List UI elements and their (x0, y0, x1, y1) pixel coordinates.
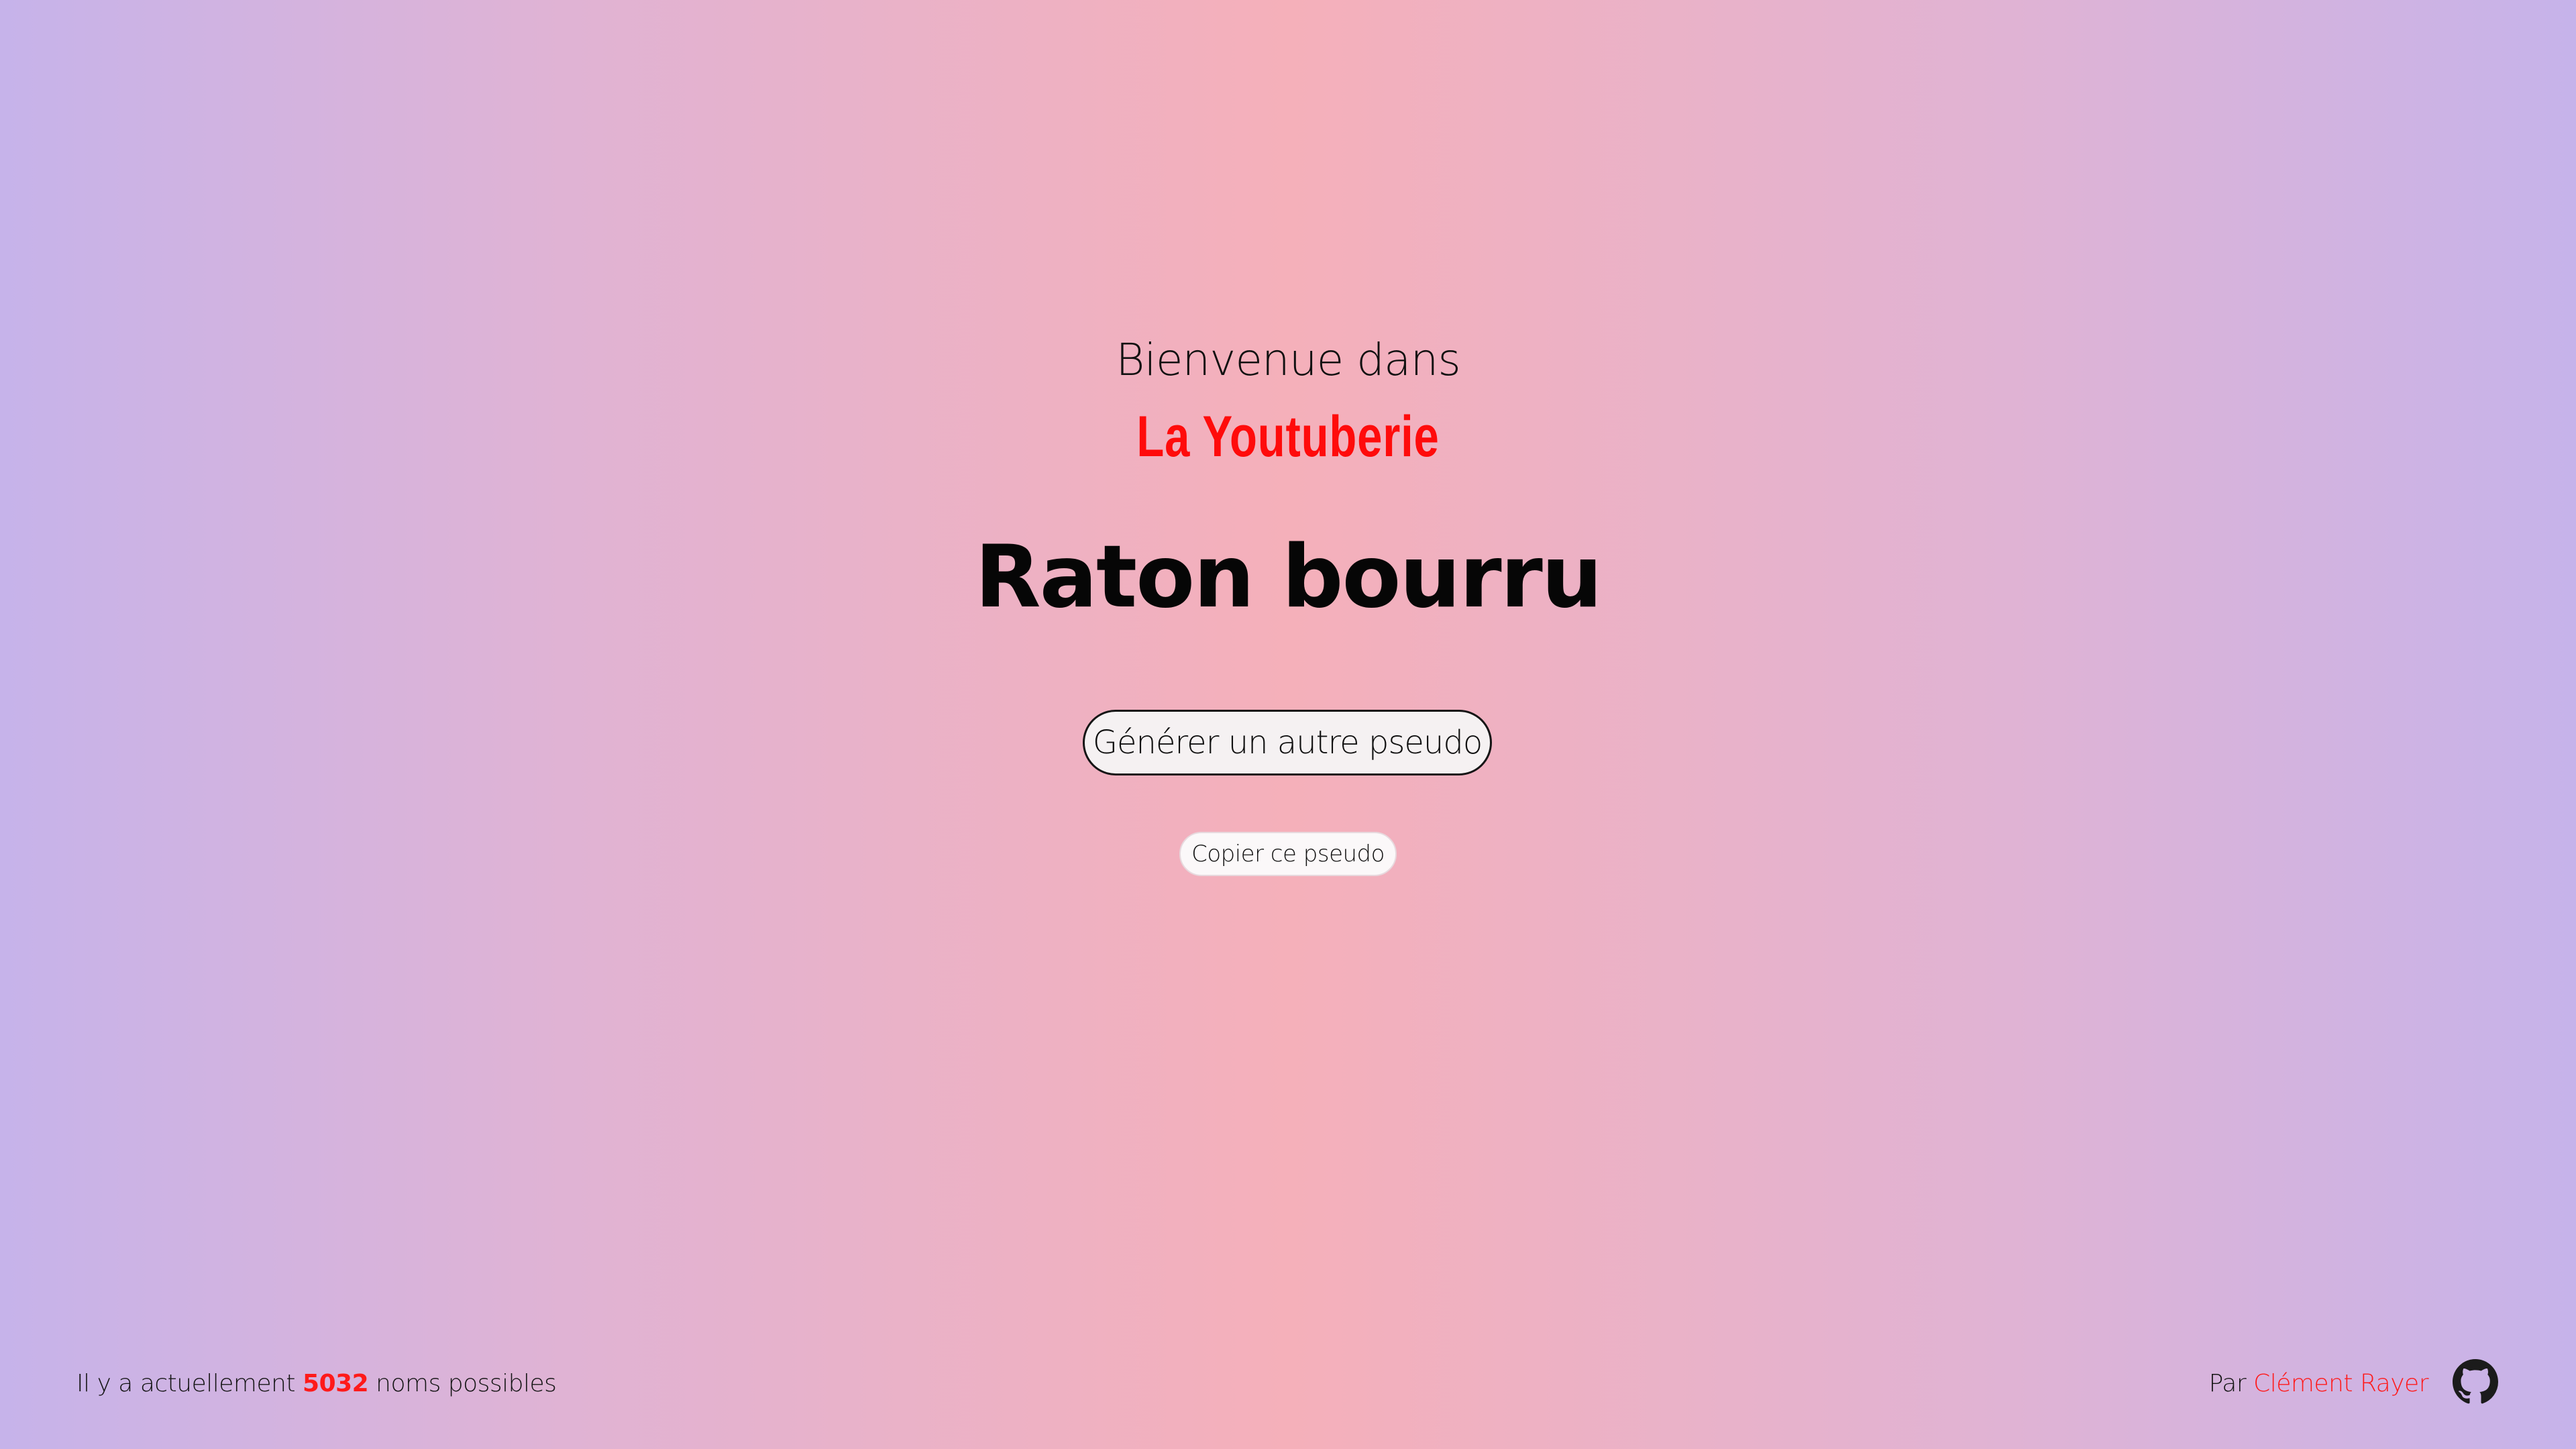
names-count-text: Il y a actuellement 5032 noms possibles (76, 1367, 557, 1401)
generate-pseudo-button[interactable]: Générer un autre pseudo (1083, 710, 1492, 775)
generated-pseudo: Raton bourru (975, 527, 1603, 627)
count-prefix: Il y a actuellement (76, 1370, 296, 1397)
generate-pseudo-label: Générer un autre pseudo (1092, 724, 1483, 761)
brand-title: La Youtuberie (1136, 405, 1440, 469)
author-link[interactable]: Clément Rayer (2253, 1370, 2428, 1397)
copy-pseudo-label: Copier ce pseudo (1191, 841, 1385, 867)
author-credit: Par Clément Rayer (2208, 1367, 2429, 1401)
github-icon[interactable] (2453, 1359, 2498, 1405)
names-count-value: 5032 (303, 1370, 369, 1397)
count-suffix: noms possibles (376, 1370, 557, 1397)
welcome-text: Bienvenue dans (1116, 334, 1460, 386)
copy-pseudo-button[interactable]: Copier ce pseudo (1179, 832, 1397, 876)
author-prefix: Par (2208, 1370, 2247, 1397)
